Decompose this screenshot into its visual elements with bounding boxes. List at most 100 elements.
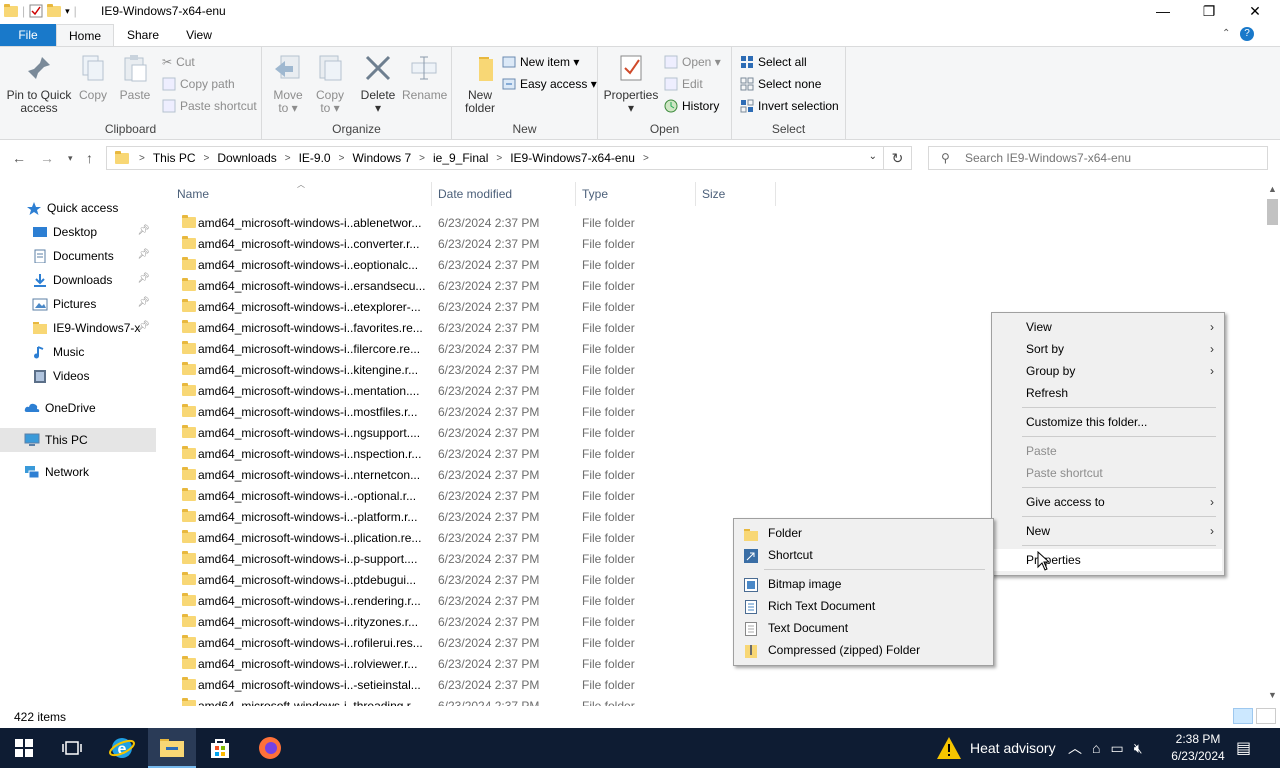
file-row[interactable]: amd64_microsoft-windows-i..-optional.r..… (178, 485, 778, 506)
vertical-scrollbar[interactable]: ▲ ▼ (1265, 180, 1280, 706)
notification-icon[interactable]: ▤ (1236, 738, 1251, 758)
pin-to-quick-access-button[interactable]: Pin to Quick access (6, 53, 72, 115)
file-row[interactable]: amd64_microsoft-windows-i..-platform.r..… (178, 506, 778, 527)
column-type[interactable]: Type (582, 187, 608, 201)
delete-button[interactable]: Delete ▾ (358, 53, 398, 115)
file-row[interactable]: amd64_microsoft-windows-i..ersandsecu...… (178, 275, 778, 296)
sidebar-item-videos[interactable]: Videos (0, 364, 156, 388)
customize-toolbar-icon[interactable]: ▾ (65, 6, 70, 17)
menu-item-view[interactable]: View › (994, 316, 1222, 338)
search-input[interactable] (965, 150, 1260, 166)
file-row[interactable]: amd64_microsoft-windows-i..eoptionalc...… (178, 254, 778, 275)
copy-button[interactable]: Copy (76, 53, 110, 102)
scroll-up-icon[interactable]: ▲ (1268, 184, 1277, 194)
file-row[interactable]: amd64_microsoft-windows-i..-setieinstal.… (178, 674, 778, 695)
close-button[interactable]: ✕ (1232, 0, 1278, 24)
rename-button[interactable]: Rename (402, 53, 447, 102)
start-button[interactable] (0, 728, 48, 768)
submenu-item-folder[interactable]: Folder (736, 522, 991, 544)
file-row[interactable]: amd64_microsoft-windows-i..nternetcon...… (178, 464, 778, 485)
sidebar-item-this-pc[interactable]: This PC (0, 428, 156, 452)
column-name[interactable]: Name (177, 187, 209, 201)
paste-button[interactable]: Paste (116, 53, 154, 102)
sidebar-item-ie9-windows7-x[interactable]: IE9-Windows7-x 📌︎ (0, 316, 156, 340)
submenu-item-bitmap[interactable]: Bitmap image (736, 573, 991, 595)
file-row[interactable]: amd64_microsoft-windows-i..rityzones.r..… (178, 611, 778, 632)
sidebar-item-documents[interactable]: Documents 📌︎ (0, 244, 156, 268)
file-row[interactable]: amd64_microsoft-windows-i..rolviewer.r..… (178, 653, 778, 674)
file-row[interactable]: amd64_microsoft-windows-i..rofilerui.res… (178, 632, 778, 653)
menu-item-give-access-to[interactable]: Give access to › (994, 491, 1222, 513)
breadcrumb-downloads[interactable]: Downloads (213, 151, 280, 165)
sidebar-item-downloads[interactable]: Downloads 📌︎ (0, 268, 156, 292)
file-row[interactable]: amd64_microsoft-windows-i..ptdebugui... 6… (178, 569, 778, 590)
clock[interactable]: 2:38 PM 6/23/2024 (1166, 731, 1230, 765)
address-bar[interactable]: > This PC > Downloads > IE-9.0 > Windows… (106, 146, 884, 170)
breadcrumb-this-pc[interactable]: This PC (149, 151, 200, 165)
chevron-down-icon[interactable]: ⌄ (869, 151, 877, 162)
new-item-button[interactable]: New item ▾ (502, 55, 579, 69)
file-row[interactable]: amd64_microsoft-windows-i..rendering.r..… (178, 590, 778, 611)
maximize-button[interactable]: ❐ (1186, 0, 1232, 24)
scroll-thumb[interactable] (1267, 199, 1278, 225)
internet-explorer-taskbar-button[interactable]: e (98, 728, 146, 768)
file-row[interactable]: amd64_microsoft-windows-i..ngsupport....… (178, 422, 778, 443)
invert-selection-button[interactable]: Invert selection (740, 99, 839, 113)
submenu-item-text-document[interactable]: Text Document (736, 617, 991, 639)
column-size[interactable]: Size (702, 187, 725, 201)
file-row[interactable]: amd64_microsoft-windows-i..p-support....… (178, 548, 778, 569)
network-tray-icon[interactable]: ▭ (1110, 740, 1123, 757)
collapse-ribbon-icon[interactable]: ⌃ (1222, 28, 1230, 39)
minimize-button[interactable]: — (1140, 0, 1186, 24)
move-to-button[interactable]: Move to ▾ (270, 53, 306, 115)
large-icons-view-icon[interactable] (1256, 708, 1276, 724)
menu-item-new[interactable]: New › (994, 520, 1222, 542)
column-date-modified[interactable]: Date modified (438, 187, 512, 201)
file-row[interactable]: amd64_microsoft-windows-i..kitengine.r..… (178, 359, 778, 380)
edit-button[interactable]: Edit (664, 77, 703, 91)
refresh-icon[interactable]: ↻ (884, 146, 912, 170)
tab-view[interactable]: View (176, 24, 222, 46)
select-all-button[interactable]: Select all (740, 55, 807, 69)
file-row[interactable]: amd64_microsoft-windows-i..mostfiles.r..… (178, 401, 778, 422)
easy-access-button[interactable]: Easy access ▾ (502, 77, 597, 91)
weather-widget[interactable]: Heat advisory (936, 728, 1056, 768)
cut-button[interactable]: ✂ Cut (162, 55, 195, 69)
submenu-item-rich-text[interactable]: Rich Text Document (736, 595, 991, 617)
file-row[interactable]: amd64_microsoft-windows-i..converter.r..… (178, 233, 778, 254)
menu-item-group-by[interactable]: Group by › (994, 360, 1222, 382)
tray-app-icon[interactable]: ⌂ (1092, 740, 1100, 756)
up-arrow-icon[interactable]: ↑ (86, 150, 93, 166)
sidebar-item-desktop[interactable]: Desktop 📌︎ (0, 220, 156, 244)
store-taskbar-button[interactable] (196, 728, 244, 768)
breadcrumb-current[interactable]: IE9-Windows7-x64-enu (506, 151, 639, 165)
scroll-down-icon[interactable]: ▼ (1268, 690, 1277, 700)
back-arrow-icon[interactable]: ← (12, 150, 26, 166)
volume-muted-icon[interactable]: 🔇︎ (1134, 740, 1143, 757)
breadcrumb-ie-9-final[interactable]: ie_9_Final (429, 151, 492, 165)
sidebar-item-network[interactable]: Network (0, 460, 156, 484)
sidebar-item-pictures[interactable]: Pictures 📌︎ (0, 292, 156, 316)
menu-item-paste[interactable]: Paste (994, 440, 1222, 462)
copy-path-button[interactable]: Copy path (162, 77, 235, 91)
menu-item-customize-folder[interactable]: Customize this folder... (994, 411, 1222, 433)
file-row[interactable]: amd64_microsoft-windows-i..mentation....… (178, 380, 778, 401)
forward-arrow-icon[interactable]: → (40, 150, 54, 166)
copy-to-button[interactable]: Copy to ▾ (312, 53, 348, 115)
open-button[interactable]: Open ▾ (664, 55, 721, 69)
file-row[interactable]: amd64_microsoft-windows-i..favorites.re.… (178, 317, 778, 338)
file-row[interactable]: amd64_microsoft-windows-i..etexplorer-..… (178, 296, 778, 317)
paste-shortcut-button[interactable]: Paste shortcut (162, 99, 257, 113)
select-none-button[interactable]: Select none (740, 77, 821, 91)
breadcrumb-ie-9[interactable]: IE-9.0 (295, 151, 335, 165)
tab-file[interactable]: File (0, 24, 56, 46)
help-icon[interactable]: ? (1240, 27, 1254, 41)
new-folder-button[interactable]: New folder (460, 53, 500, 115)
search-box[interactable]: ⚲ (928, 146, 1268, 170)
tab-share[interactable]: Share (118, 24, 168, 46)
breadcrumb-windows-7[interactable]: Windows 7 (348, 151, 415, 165)
sidebar-item-quick-access[interactable]: Quick access (0, 196, 156, 220)
properties-quick-icon[interactable] (29, 4, 43, 18)
file-explorer-taskbar-button[interactable] (148, 728, 196, 768)
sidebar-item-onedrive[interactable]: OneDrive (0, 396, 156, 420)
